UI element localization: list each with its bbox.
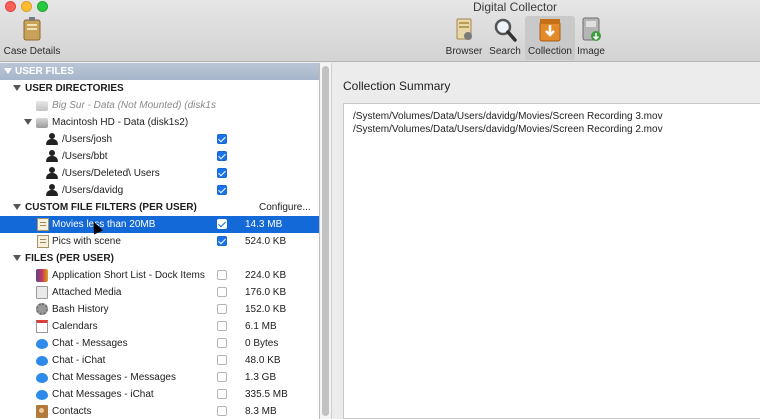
case-details-button[interactable]: Case Details (2, 16, 62, 57)
disk-image-icon (577, 16, 605, 44)
briefcase-icon (18, 16, 46, 44)
user-row-davidg[interactable]: /Users/davidg (0, 182, 319, 199)
file-row-contacts[interactable]: Contacts 8.3 MB (0, 403, 319, 419)
file-row-chat-messages-ichat[interactable]: Chat Messages - iChat 335.5 MB (0, 386, 319, 403)
hard-disk-icon (36, 118, 48, 128)
apps-icon (36, 269, 48, 282)
configure-button[interactable]: Configure... (259, 199, 311, 216)
file-row-chat-messages[interactable]: Chat - Messages 0 Bytes (0, 335, 319, 352)
document-icon (37, 235, 49, 248)
file-row-calendars[interactable]: Calendars 6.1 MB (0, 318, 319, 335)
gear-icon (36, 303, 48, 315)
disclosure-triangle-icon[interactable] (13, 255, 21, 261)
search-button[interactable]: Search (487, 16, 523, 57)
summary-line: /System/Volumes/Data/Users/davidg/Movies… (353, 124, 663, 135)
file-row-application-short-list[interactable]: Application Short List - Dock Items 224.… (0, 267, 319, 284)
files-per-user-header[interactable]: FILES (PER USER) (0, 250, 319, 267)
include-checkbox[interactable] (217, 355, 227, 365)
collection-box-icon (536, 16, 564, 44)
chat-bubble-icon (36, 390, 48, 400)
include-checkbox[interactable] (217, 389, 227, 399)
file-row-chat-messages-messages[interactable]: Chat Messages - Messages 1.3 GB (0, 369, 319, 386)
file-row-bash-history[interactable]: Bash History 152.0 KB (0, 301, 319, 318)
collection-button[interactable]: Collection (525, 16, 575, 60)
chat-bubble-icon (36, 339, 48, 349)
include-checkbox[interactable] (217, 406, 227, 416)
include-checkbox[interactable] (217, 321, 227, 331)
chat-bubble-icon (36, 373, 48, 383)
filter-row-movies[interactable]: Movies less than 20MB 14.3 MB (0, 216, 319, 233)
user-row-bbt[interactable]: /Users/bbt (0, 148, 319, 165)
user-icon (46, 133, 58, 146)
disclosure-triangle-icon[interactable] (13, 85, 21, 91)
left-pane-scroll-thumb[interactable] (322, 66, 329, 416)
include-checkbox[interactable] (217, 151, 227, 161)
window-toolbar: Digital Collector Case Details Browser S… (0, 0, 760, 62)
summary-line: /System/Volumes/Data/Users/davidg/Movies… (353, 111, 663, 122)
media-icon (36, 286, 48, 299)
case-details-label: Case Details (3, 46, 61, 57)
include-checkbox[interactable] (217, 185, 227, 195)
collection-label: Collection (528, 46, 572, 57)
disclosure-triangle-icon[interactable] (13, 204, 21, 210)
include-checkbox[interactable] (217, 372, 227, 382)
file-row-chat-ichat[interactable]: Chat - iChat 48.0 KB (0, 352, 319, 369)
include-checkbox[interactable] (217, 219, 227, 229)
volume-row-big-sur[interactable]: Big Sur - Data (Not Mounted) (disk1s (0, 97, 319, 114)
disclosure-triangle-icon[interactable] (4, 68, 12, 74)
include-checkbox[interactable] (217, 270, 227, 280)
browser-label: Browser (445, 46, 483, 57)
filter-row-pics[interactable]: Pics with scene 524.0 KB (0, 233, 319, 250)
image-button[interactable]: Image (574, 16, 608, 57)
contacts-icon (36, 405, 48, 418)
include-checkbox[interactable] (217, 236, 227, 246)
include-checkbox[interactable] (217, 168, 227, 178)
file-row-attached-media[interactable]: Attached Media 176.0 KB (0, 284, 319, 301)
user-row-deleted-users[interactable]: /Users/Deleted\ Users (0, 165, 319, 182)
include-checkbox[interactable] (217, 338, 227, 348)
user-files-outline[interactable]: USER FILES USER DIRECTORIES Big Sur - Da… (0, 63, 320, 419)
user-row-josh[interactable]: /Users/josh (0, 131, 319, 148)
collection-summary-pane: Collection Summary /System/Volumes/Data/… (333, 63, 760, 419)
volume-row-macintosh-hd[interactable]: Macintosh HD - Data (disk1s2) (0, 114, 319, 131)
include-checkbox[interactable] (217, 134, 227, 144)
browser-button[interactable]: Browser (443, 16, 485, 57)
user-directories-header[interactable]: USER DIRECTORIES (0, 80, 319, 97)
window-title: Digital Collector (472, 0, 558, 14)
include-checkbox[interactable] (217, 304, 227, 314)
collection-summary-title: Collection Summary (343, 79, 451, 93)
search-icon (491, 16, 519, 44)
chat-bubble-icon (36, 356, 48, 366)
calendar-icon (36, 320, 48, 333)
disclosure-triangle-icon[interactable] (24, 119, 32, 125)
user-files-section-header[interactable]: USER FILES (0, 63, 319, 80)
image-label: Image (577, 46, 605, 57)
search-label: Search (489, 46, 521, 57)
hard-disk-icon (36, 101, 48, 111)
user-icon (46, 150, 58, 163)
document-icon (37, 218, 49, 231)
include-checkbox[interactable] (217, 287, 227, 297)
user-icon (46, 167, 58, 180)
browser-icon (450, 16, 478, 44)
custom-file-filters-header[interactable]: CUSTOM FILE FILTERS (PER USER) Configure… (0, 199, 319, 216)
collection-summary-text[interactable]: /System/Volumes/Data/Users/davidg/Movies… (343, 103, 760, 419)
user-icon (46, 184, 58, 197)
